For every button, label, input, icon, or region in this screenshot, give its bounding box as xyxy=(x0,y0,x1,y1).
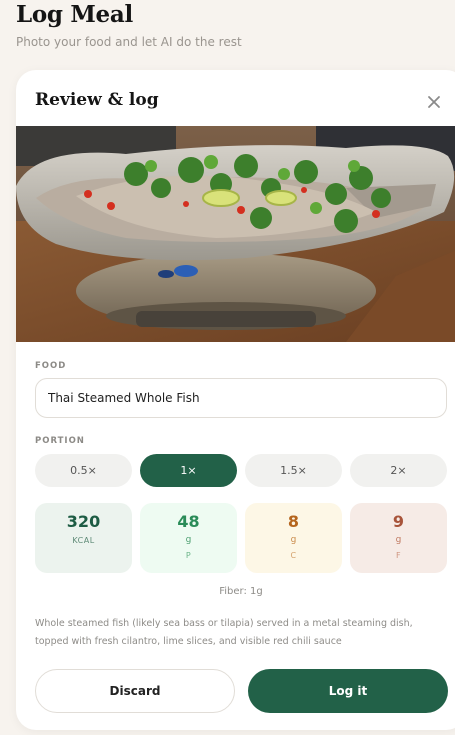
carbs-key: C xyxy=(290,551,297,560)
discard-button[interactable]: Discard xyxy=(35,669,235,713)
food-name-input[interactable] xyxy=(35,378,447,418)
protein-key: P xyxy=(185,551,192,560)
portion-option-1x[interactable]: 1× xyxy=(140,454,237,487)
page-title: Log Meal xyxy=(16,1,133,28)
kcal-value: 320 xyxy=(66,512,101,531)
portion-option-0-5x[interactable]: 0.5× xyxy=(35,454,132,487)
fat-unit: g xyxy=(395,535,402,545)
fat-key: F xyxy=(395,551,402,560)
card-title: Review & log xyxy=(35,90,159,110)
kcal-unit: KCAL xyxy=(72,536,95,545)
carbs-unit: g xyxy=(290,535,297,545)
close-icon xyxy=(428,96,440,108)
macro-summary: 320 KCAL 48 g P 8 g C 9 g F xyxy=(35,503,447,573)
portion-label: PORTION xyxy=(35,436,85,446)
carbs-value: 8 xyxy=(287,512,300,531)
protein-value: 48 xyxy=(177,512,200,531)
portion-option-2x[interactable]: 2× xyxy=(350,454,447,487)
protein-unit: g xyxy=(185,535,192,545)
fat-value: 9 xyxy=(392,512,405,531)
portion-option-1-5x[interactable]: 1.5× xyxy=(245,454,342,487)
fiber-text: Fiber: 1g xyxy=(219,586,263,597)
food-label: FOOD xyxy=(35,361,67,371)
page-subtitle: Photo your food and let AI do the rest xyxy=(16,35,242,49)
log-meal-page: Log Meal Photo your food and let AI do t… xyxy=(0,0,455,735)
food-photo xyxy=(16,126,455,342)
log-it-button[interactable]: Log it xyxy=(248,669,448,713)
review-card: Review & log FOOD Thai Steamed Whole Fis… xyxy=(16,70,455,730)
close-button[interactable] xyxy=(424,92,444,112)
macro-fat: 9 g F xyxy=(350,503,447,573)
portion-selector: 0.5× 1× 1.5× 2× xyxy=(35,454,447,487)
macro-kcal: 320 KCAL xyxy=(35,503,132,573)
macro-carbs: 8 g C xyxy=(245,503,342,573)
food-description: Whole steamed fish (likely sea bass or t… xyxy=(35,618,413,647)
macro-protein: 48 g P xyxy=(140,503,237,573)
